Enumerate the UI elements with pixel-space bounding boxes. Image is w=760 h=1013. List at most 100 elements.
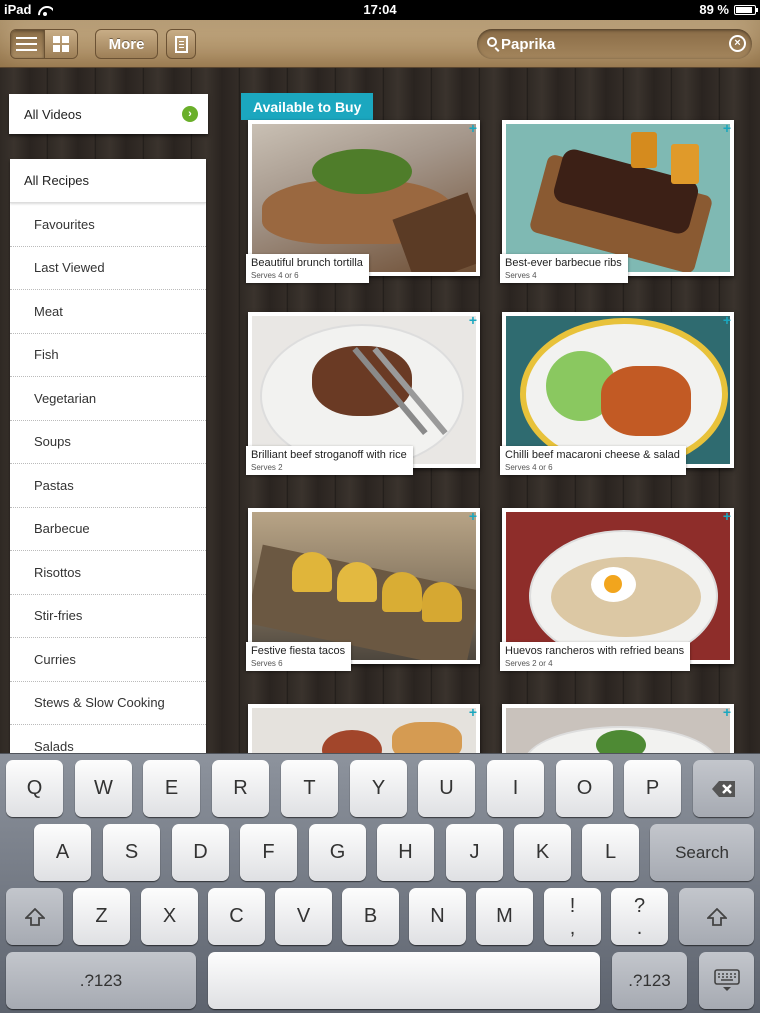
add-icon[interactable]: + <box>469 509 477 523</box>
key-f[interactable]: F <box>240 824 297 881</box>
recipe-category-list: All Recipes Favourites Last Viewed Meat … <box>10 159 206 753</box>
add-icon[interactable]: + <box>469 313 477 327</box>
shift-icon <box>706 907 727 926</box>
key-i[interactable]: I <box>487 760 544 817</box>
key-h[interactable]: H <box>377 824 434 881</box>
key-r[interactable]: R <box>212 760 269 817</box>
key-b[interactable]: B <box>342 888 399 945</box>
sidebar-item-vegetarian[interactable]: Vegetarian <box>10 377 206 421</box>
sidebar-item-stir-fries[interactable]: Stir-fries <box>10 595 206 638</box>
recipe-serves: Serves 2 or 4 <box>505 659 553 668</box>
key-t[interactable]: T <box>281 760 338 817</box>
recipe-title: Chilli beef macaroni cheese & salad <box>505 449 680 461</box>
add-icon[interactable]: + <box>723 121 731 135</box>
key-p[interactable]: P <box>624 760 681 817</box>
space-bar[interactable] <box>208 952 600 1009</box>
search-bar: × <box>477 29 752 59</box>
shift-key-left[interactable] <box>6 888 63 945</box>
key-d[interactable]: D <box>172 824 229 881</box>
view-toggle <box>10 29 78 59</box>
sidebar-item-pastas[interactable]: Pastas <box>10 464 206 508</box>
key-m[interactable]: M <box>476 888 533 945</box>
key-o[interactable]: O <box>556 760 613 817</box>
arrow-right-icon: › <box>182 106 198 122</box>
hide-keyboard-icon <box>713 968 740 991</box>
key-e[interactable]: E <box>143 760 200 817</box>
recipe-card[interactable]: + Beautiful brunch tortilla Serves 4 or … <box>246 120 480 283</box>
search-key[interactable]: Search <box>650 824 754 881</box>
numbers-key-left[interactable]: .?123 <box>6 952 196 1009</box>
add-icon[interactable]: + <box>723 509 731 523</box>
key-g[interactable]: G <box>309 824 366 881</box>
key-comma-label: , <box>569 916 576 939</box>
key-v[interactable]: V <box>275 888 332 945</box>
add-icon[interactable]: + <box>469 705 477 719</box>
recipe-card[interactable]: + Chilli beef macaroni cheese & salad Se… <box>500 312 734 475</box>
sidebar-item-last-viewed[interactable]: Last Viewed <box>10 247 206 290</box>
recipe-title: Brilliant beef stroganoff with rice <box>251 449 407 461</box>
recipe-photo <box>252 124 476 272</box>
key-w[interactable]: W <box>75 760 132 817</box>
sidebar-item-curries[interactable]: Curries <box>10 638 206 682</box>
grid-icon <box>52 36 69 52</box>
recipe-title: Best-ever barbecue ribs <box>505 257 622 269</box>
backspace-key[interactable] <box>693 760 754 817</box>
clear-search-icon[interactable]: × <box>729 35 746 52</box>
key-question-label: ? <box>633 894 646 917</box>
key-x[interactable]: X <box>141 888 198 945</box>
key-n[interactable]: N <box>409 888 466 945</box>
key-l[interactable]: L <box>582 824 639 881</box>
key-question-period[interactable]: ? . <box>611 888 668 945</box>
sidebar-item-favourites[interactable]: Favourites <box>10 203 206 247</box>
all-videos-button[interactable]: All Videos › <box>9 94 208 134</box>
add-icon[interactable]: + <box>723 705 731 719</box>
key-a[interactable]: A <box>34 824 91 881</box>
recipe-card[interactable]: + Best-ever barbecue ribs Serves 4 <box>500 120 734 283</box>
battery-percent: 89 % <box>699 2 729 17</box>
sidebar-item-all-recipes[interactable]: All Recipes <box>10 159 206 203</box>
list-view-button[interactable] <box>11 30 44 58</box>
key-z[interactable]: Z <box>73 888 130 945</box>
battery-icon <box>734 4 758 15</box>
recipe-photo <box>506 512 730 660</box>
recipe-title: Huevos rancheros with refried beans <box>505 645 685 657</box>
key-j[interactable]: J <box>446 824 503 881</box>
recipe-label: Huevos rancheros with refried beans Serv… <box>500 642 691 671</box>
add-icon[interactable]: + <box>723 313 731 327</box>
sidebar-item-stews[interactable]: Stews & Slow Cooking <box>10 682 206 725</box>
numbers-key-right[interactable]: .?123 <box>612 952 687 1009</box>
key-k[interactable]: K <box>514 824 571 881</box>
recipe-photo <box>252 512 476 660</box>
recipe-card[interactable]: + Brilliant beef stroganoff with rice Se… <box>246 312 480 475</box>
sidebar-item-barbecue[interactable]: Barbecue <box>10 508 206 551</box>
key-exclamation-comma[interactable]: ! , <box>544 888 601 945</box>
key-q[interactable]: Q <box>6 760 63 817</box>
key-u[interactable]: U <box>418 760 475 817</box>
key-c[interactable]: C <box>208 888 265 945</box>
sidebar-item-fish[interactable]: Fish <box>10 334 206 377</box>
hide-keyboard-key[interactable] <box>699 952 754 1009</box>
more-button[interactable]: More <box>95 29 158 59</box>
recipe-label: Chilli beef macaroni cheese & salad Serv… <box>500 446 686 475</box>
add-icon[interactable]: + <box>469 121 477 135</box>
recipe-card[interactable]: + Huevos rancheros with refried beans Se… <box>500 508 734 671</box>
notepad-icon <box>174 35 188 53</box>
battery: 89 % <box>699 2 758 17</box>
key-y[interactable]: Y <box>350 760 407 817</box>
recipe-photo <box>506 124 730 272</box>
shopping-list-button[interactable] <box>166 29 196 59</box>
recipe-photo <box>506 316 730 464</box>
sidebar-item-salads[interactable]: Salads <box>10 725 206 753</box>
key-s[interactable]: S <box>103 824 160 881</box>
grid-view-button[interactable] <box>43 30 77 58</box>
recipe-card[interactable]: + Festive fiesta tacos Serves 6 <box>246 508 480 671</box>
sidebar-item-meat[interactable]: Meat <box>10 290 206 334</box>
toolbar: More × <box>0 20 760 68</box>
sidebar-item-risottos[interactable]: Risottos <box>10 551 206 595</box>
sidebar-item-soups[interactable]: Soups <box>10 421 206 464</box>
recipe-title: Beautiful brunch tortilla <box>251 257 363 269</box>
backspace-icon <box>711 780 735 797</box>
shift-key-right[interactable] <box>679 888 754 945</box>
search-input[interactable] <box>501 34 721 54</box>
status-bar: iPad 17:04 89 % <box>0 0 760 20</box>
